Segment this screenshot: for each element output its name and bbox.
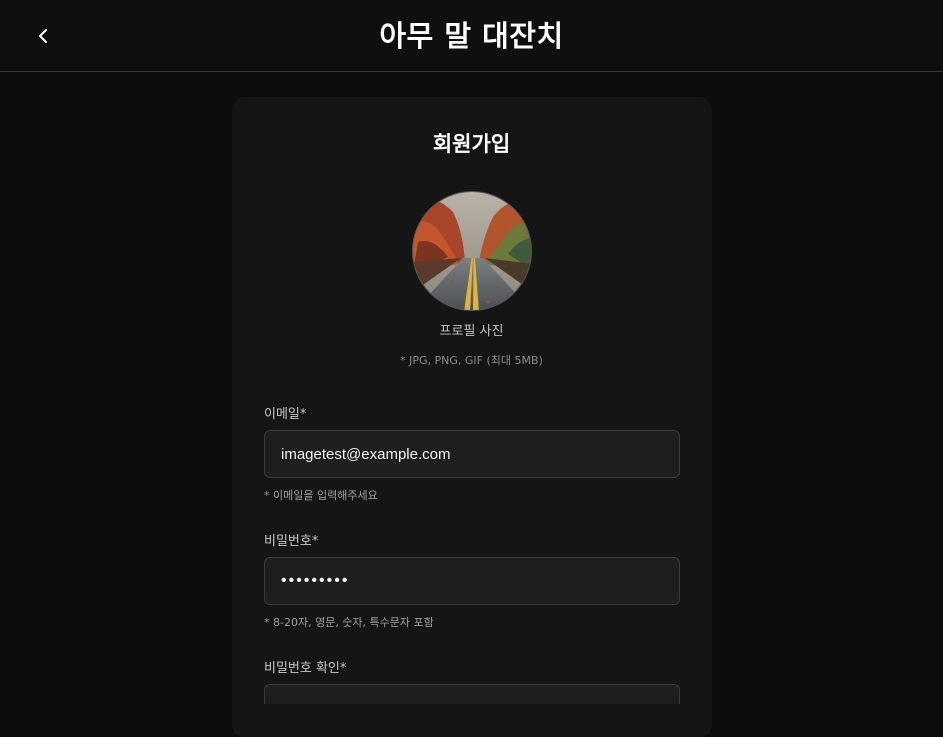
top-bar: 아무 말 대잔치 [0,0,943,72]
password-confirm-label: 비밀번호 확인* [264,661,347,676]
email-label: 이메일* [264,407,307,422]
profile-photo-hint: * JPG, PNG, GIF (최대 5MB) [400,354,543,367]
form-title: 회원가입 [432,132,511,156]
profile-photo-label: 프로필 사진 [439,324,504,339]
back-button[interactable] [30,22,58,50]
app-title: 아무 말 대잔치 [379,19,564,53]
email-input[interactable] [281,445,663,463]
password-confirm-field[interactable] [264,684,680,704]
email-field[interactable] [264,430,680,478]
password-hint: * 8-20자, 영문, 숫자, 특수문자 포함 [264,616,434,629]
password-field[interactable]: ••••••••• [264,557,680,605]
password-input[interactable]: ••••••••• [281,572,349,590]
profile-photo-upload[interactable] [412,191,532,311]
password-label: 비밀번호* [264,534,319,549]
email-hint: * 이메일을 입력해주세요 [264,489,378,502]
profile-photo-image [413,192,531,310]
chevron-left-icon [39,29,47,43]
